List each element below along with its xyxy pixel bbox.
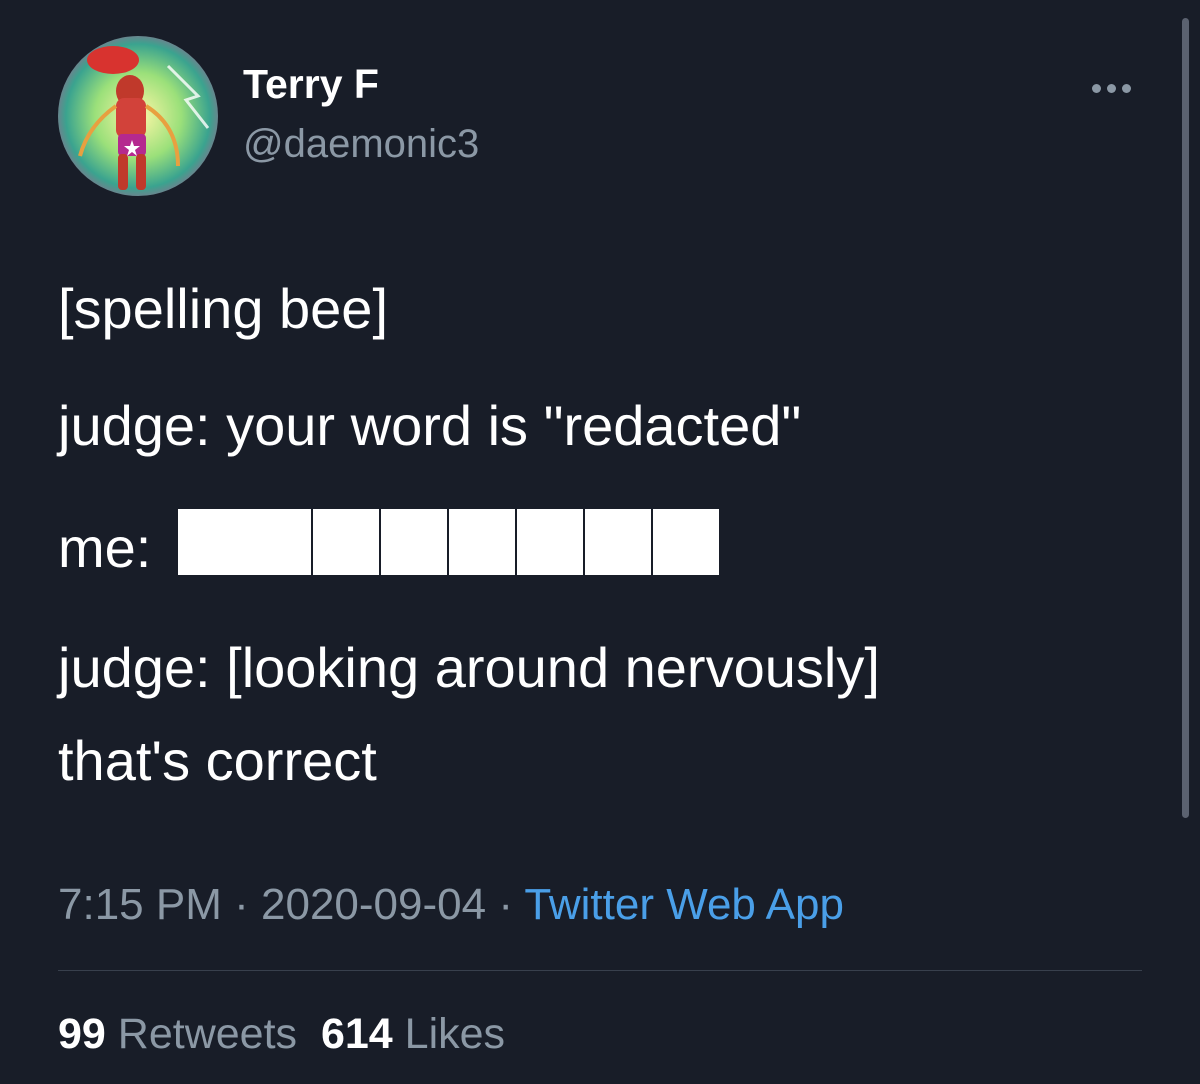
- tweet-stats: 99 Retweets 614 Likes: [58, 1013, 505, 1056]
- avatar[interactable]: [58, 36, 218, 196]
- author-handle[interactable]: @daemonic3: [243, 124, 479, 164]
- redaction-block: [313, 509, 381, 575]
- tweet-page: Terry F @daemonic3 [spelling bee] judge:…: [0, 0, 1200, 1084]
- more-options-icon[interactable]: [1092, 80, 1138, 96]
- author-display-name[interactable]: Terry F: [243, 64, 379, 105]
- dot-icon: [1107, 83, 1116, 93]
- tweet-source-link[interactable]: Twitter Web App: [524, 880, 844, 929]
- retweets-count: 99: [58, 1010, 106, 1058]
- redaction-block: [449, 509, 517, 575]
- tweet-text-line: me:: [58, 516, 152, 579]
- redaction-block: [381, 509, 449, 575]
- meta-separator: ·: [498, 880, 525, 929]
- tweet-text-line: judge: your word is "redacted": [58, 394, 802, 457]
- meta-separator: ·: [234, 880, 261, 929]
- tweet-meta: 7:15 PM · 2020-09-04 · Twitter Web App: [58, 883, 844, 927]
- tweet-date[interactable]: 2020-09-04: [261, 880, 486, 929]
- redacted-word: [178, 509, 719, 575]
- tweet-text-line: [spelling bee]: [58, 277, 389, 340]
- redaction-block: [517, 509, 585, 575]
- dot-icon: [1122, 83, 1131, 93]
- redaction-block: [585, 509, 653, 575]
- scrollbar[interactable]: [1182, 18, 1189, 818]
- likes-count: 614: [320, 1010, 393, 1058]
- likes-stat[interactable]: 614 Likes: [321, 1010, 505, 1058]
- redaction-block: [653, 509, 719, 575]
- dot-icon: [1092, 83, 1101, 93]
- tweet-text-line: judge: [looking around nervously]: [58, 636, 880, 699]
- tweet-time[interactable]: 7:15 PM: [58, 880, 222, 929]
- redaction-block: [178, 509, 313, 575]
- retweets-label: Retweets: [117, 1010, 298, 1058]
- divider: [58, 970, 1142, 971]
- retweets-stat[interactable]: 99 Retweets: [58, 1010, 297, 1058]
- tweet-text-line: that's correct: [58, 729, 377, 792]
- likes-label: Likes: [404, 1010, 506, 1058]
